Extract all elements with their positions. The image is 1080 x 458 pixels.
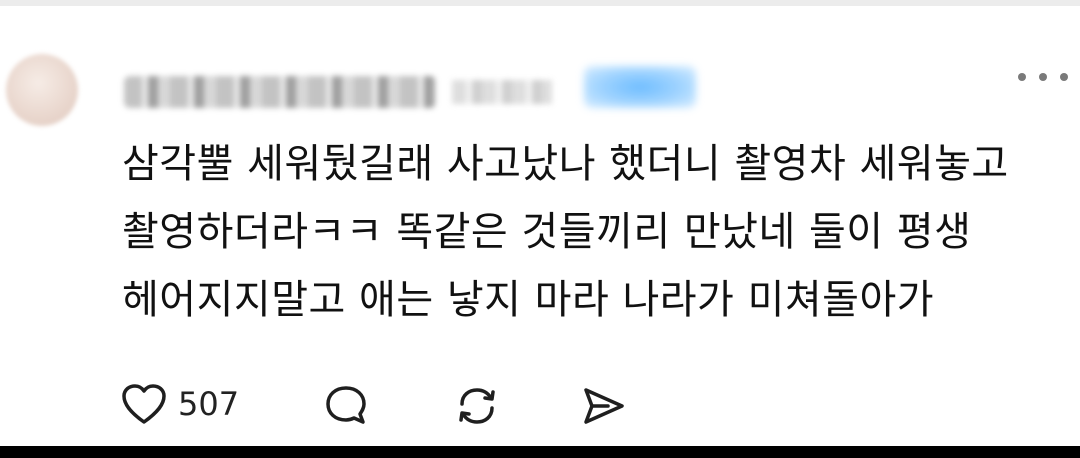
comment-line: 삼각뿔 세워뒀길래 사고났나 했더니 촬영차 세워놓고	[122, 141, 1009, 187]
more-options-button[interactable]	[1018, 66, 1068, 88]
like-button[interactable]: 507	[120, 382, 239, 426]
more-dot-icon	[1039, 73, 1047, 81]
avatar[interactable]	[6, 54, 78, 126]
more-dot-icon	[1018, 73, 1026, 81]
username-blurred[interactable]	[124, 76, 436, 108]
repost-icon	[459, 388, 495, 424]
like-count: 507	[178, 385, 240, 423]
comment-body: 삼각뿔 세워뒀길래 사고났나 했더니 촬영차 세워놓고 촬영하더라ㅋㅋ 똑같은 …	[122, 130, 1072, 334]
action-bar: 507	[0, 368, 1080, 446]
comment-line: 촬영하더라ㅋㅋ 똑같은 것들끼리 만났네 둘이 평생	[122, 209, 972, 255]
heart-icon	[122, 384, 166, 424]
divider	[0, 0, 1080, 6]
reply-button[interactable]	[322, 382, 370, 430]
repost-button[interactable]	[452, 382, 502, 430]
send-icon	[584, 388, 624, 424]
share-button[interactable]	[578, 382, 628, 430]
comment-icon	[326, 386, 366, 424]
comment-card: 삼각뿔 세워뒀길래 사고났나 했더니 촬영차 세워놓고 촬영하더라ㅋㅋ 똑같은 …	[0, 0, 1080, 446]
badge-blurred	[584, 66, 696, 108]
more-dot-icon	[1060, 73, 1068, 81]
comment-line: 헤어지지말고 애는 낳지 마라 나라가 미쳐돌아가	[122, 277, 935, 323]
timestamp-blurred	[452, 80, 552, 104]
